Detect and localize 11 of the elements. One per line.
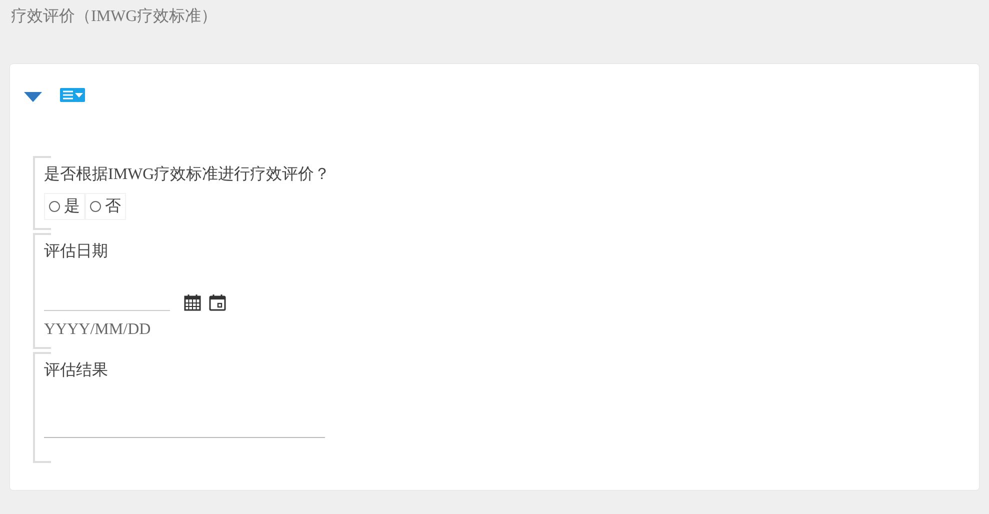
date-format-hint: YYYY/MM/DD [44,321,152,339]
calendar-icon[interactable] [209,294,226,311]
calendar-icon[interactable] [184,294,201,311]
question-label: 是否根据IMWG疗效标准进行疗效评价？ [44,164,332,185]
radio-option[interactable]: 否 [85,193,126,220]
collapse-toggle-icon[interactable] [24,92,42,102]
list-menu-icon[interactable] [60,88,85,102]
page-title: 疗效评价（IMWG疗效标准） [10,6,218,27]
radio-option[interactable]: 是 [44,193,85,220]
field-label: 评估结果 [44,360,109,381]
field-label: 评估日期 [44,242,109,262]
